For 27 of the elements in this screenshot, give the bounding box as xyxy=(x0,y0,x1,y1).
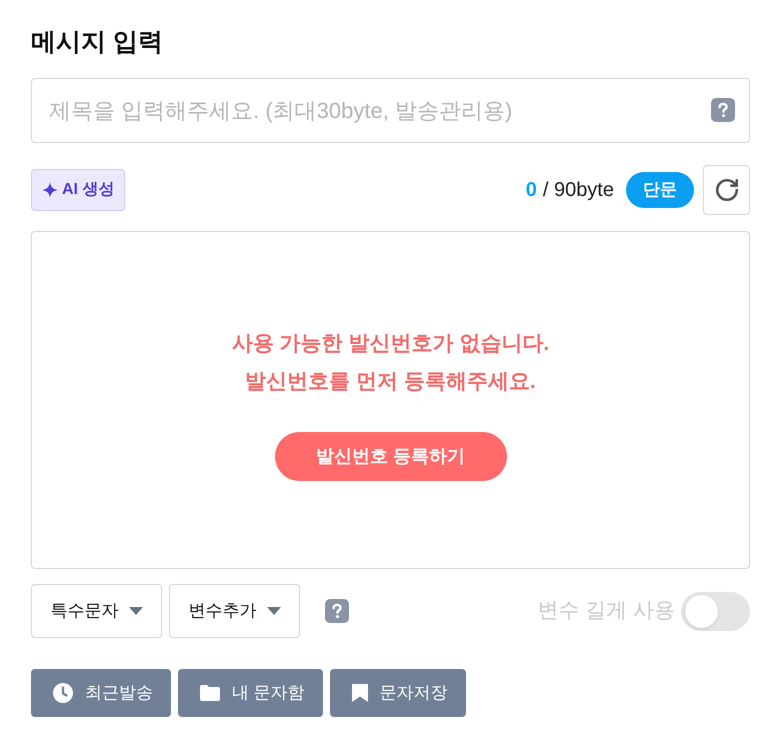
notice-text: 발신번호를 먼저 등록해주세요. xyxy=(245,369,536,395)
bookmark-icon xyxy=(352,684,368,702)
caret-icon xyxy=(128,607,142,615)
subject-input-field[interactable]: 제목을 입력해주세요. (최대30byte, 발송관리용) xyxy=(31,78,750,143)
register-number-button[interactable]: 발신번호 등록하기 xyxy=(274,432,506,481)
dropdown-button[interactable]: 변수추가 xyxy=(169,584,300,638)
section-title: 메시지 입력 xyxy=(31,27,163,58)
message-type-badge: 단문 xyxy=(626,172,694,208)
help-icon[interactable] xyxy=(711,98,735,122)
dropdown-button[interactable]: 특수문자 xyxy=(31,584,162,638)
ai-generate-button[interactable]: AI 생성 xyxy=(31,169,126,211)
notice-text: 사용 가능한 발신번호가 없습니다. xyxy=(232,331,550,357)
message-text-area[interactable]: 사용 가능한 발신번호가 없습니다. 발신번호를 먼저 등록해주세요. 발신번호 등록하기 xyxy=(31,231,750,569)
refresh-icon xyxy=(714,177,740,203)
action-button[interactable]: 내 문자함 xyxy=(178,669,323,717)
clock-icon xyxy=(53,683,73,703)
byte-limit: / 90byte xyxy=(542,178,614,203)
caret-icon xyxy=(266,607,280,615)
folder-icon xyxy=(200,685,220,701)
help-icon[interactable] xyxy=(325,599,349,623)
long-variable-switch[interactable] xyxy=(681,592,750,630)
action-button[interactable]: 최근발송 xyxy=(31,669,171,717)
refresh-button[interactable] xyxy=(703,165,750,215)
switch-thumb xyxy=(685,594,718,628)
byte-count: 0 xyxy=(526,178,537,203)
sparkle-icon xyxy=(42,182,58,198)
action-button[interactable]: 문자저장 xyxy=(330,669,466,717)
